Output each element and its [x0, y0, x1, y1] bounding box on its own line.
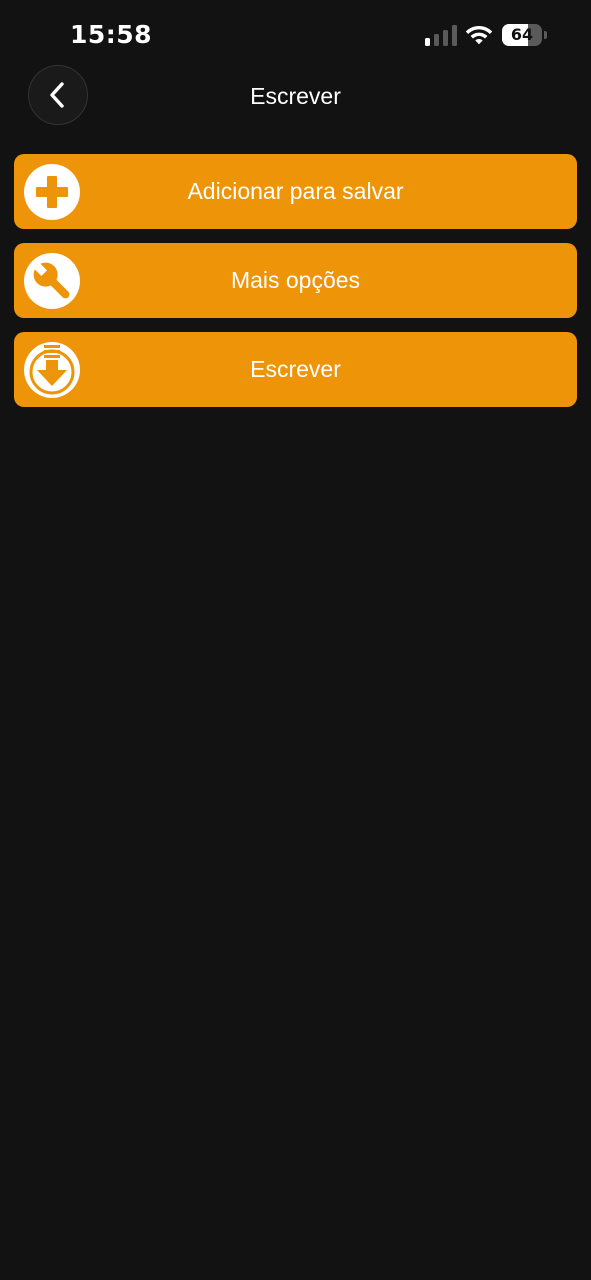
chevron-left-icon [50, 82, 64, 108]
plus-circle-icon [24, 164, 80, 220]
more-options-button[interactable]: Mais opções [14, 243, 577, 318]
battery-icon: 64 [502, 24, 548, 46]
menu-item-label: Adicionar para salvar [187, 178, 404, 204]
signal-icon [425, 25, 457, 46]
status-bar: 15:58 64 [0, 0, 591, 70]
menu-item-label: Escrever [250, 356, 341, 382]
wifi-icon [465, 26, 493, 45]
status-time: 15:58 [70, 20, 153, 49]
battery-level: 64 [510, 25, 534, 44]
back-button[interactable] [28, 65, 88, 125]
write-button[interactable]: Escrever [14, 332, 577, 407]
menu-list: Adicionar para salvar Mais opções Escrev… [14, 154, 577, 421]
wrench-icon [24, 253, 80, 309]
download-icon [24, 342, 80, 398]
header: Escrever [0, 62, 591, 130]
add-to-save-button[interactable]: Adicionar para salvar [14, 154, 577, 229]
page-title: Escrever [250, 83, 341, 109]
menu-item-label: Mais opções [230, 267, 361, 293]
